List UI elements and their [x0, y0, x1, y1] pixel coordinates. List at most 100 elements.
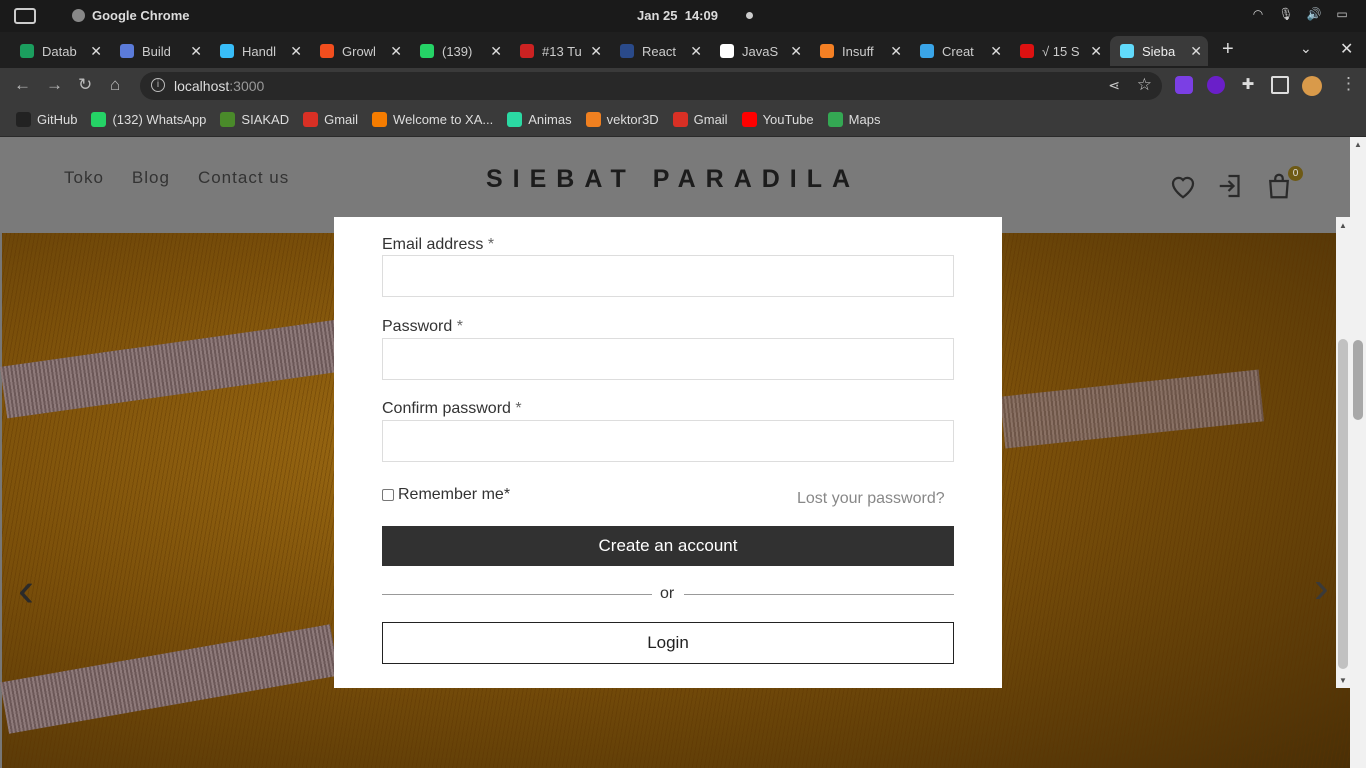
reload-icon[interactable]: ↻: [78, 75, 92, 95]
tab-close-icon[interactable]: ✕: [1090, 43, 1102, 60]
browser-tab[interactable]: Handl ✕: [210, 36, 308, 66]
tab-search-chevron-icon[interactable]: ⌄: [1300, 40, 1312, 57]
menu-kebab-icon[interactable]: ⋮: [1340, 74, 1357, 94]
site-info-icon[interactable]: i: [151, 78, 165, 92]
clock[interactable]: Jan 25 14:09: [637, 8, 718, 23]
tab-close-icon[interactable]: ✕: [990, 43, 1002, 60]
browser-tab[interactable]: Build ✕: [110, 36, 208, 66]
app-menu[interactable]: Google Chrome: [72, 8, 190, 23]
bookmark-item[interactable]: Gmail: [672, 111, 728, 127]
nav-blog[interactable]: Blog: [132, 168, 170, 188]
email-field[interactable]: [382, 255, 954, 297]
scrollbar-thumb[interactable]: [1353, 340, 1363, 420]
bookmark-item[interactable]: Welcome to XA...: [372, 111, 493, 127]
address-bar[interactable]: i localhost:3000 ⋖ ☆: [140, 72, 1162, 100]
url-text[interactable]: localhost:3000: [174, 78, 264, 94]
tab-close-icon[interactable]: ✕: [490, 43, 502, 60]
share-icon[interactable]: ⋖: [1108, 77, 1120, 94]
page-scrollbar[interactable]: ▲: [1350, 137, 1366, 768]
time-text: 14:09: [684, 8, 718, 23]
system-tray[interactable]: ◠ 🎙 🔊 ▭: [1250, 6, 1350, 22]
bookmark-item[interactable]: (132) WhatsApp: [91, 111, 206, 127]
browser-tab[interactable]: √ 15 S ✕: [1010, 36, 1108, 66]
bookmark-star-icon[interactable]: ☆: [1137, 75, 1152, 95]
tab-close-icon[interactable]: ✕: [190, 43, 202, 60]
tab-close-icon[interactable]: ✕: [90, 43, 102, 60]
bookmark-label: Gmail: [324, 111, 359, 127]
bookmark-item[interactable]: Animas: [507, 111, 572, 127]
scroll-down-icon[interactable]: ▼: [1339, 676, 1347, 685]
nav-contact[interactable]: Contact us: [198, 168, 289, 188]
tab-title: React: [642, 43, 676, 59]
microphone-icon: 🎙: [1278, 7, 1294, 21]
hero-image-fringe: [0, 624, 339, 734]
site-logo[interactable]: SIEBAT PARADILA: [486, 165, 860, 194]
wishlist-heart-icon[interactable]: [1168, 171, 1198, 201]
bookmarks-bar: GitHub (132) WhatsApp SIAKAD Gmail Welcome t…: [0, 102, 1366, 137]
scroll-up-icon[interactable]: ▲: [1354, 140, 1362, 149]
download-extension-icon[interactable]: [1207, 76, 1225, 94]
tab-close-icon[interactable]: ✕: [590, 43, 602, 60]
window-close-icon[interactable]: ✕: [1340, 39, 1353, 59]
tab-title: JavaS: [742, 43, 779, 59]
nav-toko[interactable]: Toko: [64, 168, 104, 188]
new-tab-button[interactable]: +: [1222, 38, 1234, 61]
bookmark-item[interactable]: Gmail: [303, 111, 359, 127]
scroll-up-icon[interactable]: ▲: [1339, 221, 1347, 230]
tab-close-icon[interactable]: ✕: [690, 43, 702, 60]
home-icon[interactable]: ⌂: [110, 75, 120, 95]
bookmark-item[interactable]: Maps: [827, 111, 880, 127]
tab-favicon-icon: [520, 44, 534, 58]
tab-favicon-icon: [320, 44, 334, 58]
browser-tab[interactable]: JavaS ✕: [710, 36, 808, 66]
login-button[interactable]: Login: [382, 622, 954, 664]
browser-tab[interactable]: Insuff ✕: [810, 36, 908, 66]
divider-line: [684, 594, 954, 595]
remember-me-checkbox[interactable]: [382, 489, 394, 501]
bookmark-item[interactable]: YouTube: [741, 111, 814, 127]
bookmark-item[interactable]: SIAKAD: [220, 111, 289, 127]
tab-favicon-icon: [1020, 44, 1034, 58]
side-panel-icon[interactable]: [1271, 76, 1289, 94]
create-account-button[interactable]: Create an account: [382, 526, 954, 566]
tab-close-icon[interactable]: ✕: [790, 43, 802, 60]
tab-close-icon[interactable]: ✕: [390, 43, 402, 60]
browser-tab[interactable]: Datab ✕: [10, 36, 108, 66]
bookmark-item[interactable]: GitHub: [16, 111, 77, 127]
bookmark-favicon-icon: [91, 111, 107, 127]
activities-icon[interactable]: [14, 8, 36, 24]
bookmark-favicon-icon: [16, 111, 31, 127]
browser-tab[interactable]: Sieba ✕: [1110, 36, 1208, 66]
tab-favicon-icon: [1120, 44, 1134, 58]
puzzle-extensions-icon[interactable]: ✚: [1239, 76, 1257, 94]
tab-favicon-icon: [920, 44, 934, 58]
tab-close-icon[interactable]: ✕: [890, 43, 902, 60]
or-divider: or: [382, 585, 954, 605]
modal-scrollbar-thumb[interactable]: [1338, 339, 1348, 669]
password-field[interactable]: [382, 338, 954, 380]
or-text: or: [660, 585, 675, 602]
profile-avatar[interactable]: [1302, 76, 1322, 96]
browser-tab[interactable]: Creat ✕: [910, 36, 1008, 66]
toolbar: ← → ↻ ⌂ i localhost:3000 ⋖ ☆ ✚ ⋮: [0, 68, 1366, 102]
browser-tab[interactable]: Growl ✕: [310, 36, 408, 66]
tab-close-icon[interactable]: ✕: [1190, 43, 1202, 60]
bookmark-item[interactable]: vektor3D: [585, 111, 659, 127]
date-text: Jan 25: [637, 8, 678, 23]
login-icon[interactable]: [1216, 171, 1246, 201]
back-arrow-icon[interactable]: ←: [14, 75, 31, 95]
confirm-password-field[interactable]: [382, 420, 954, 462]
bookmark-favicon-icon: [741, 111, 757, 127]
bookmark-label: Gmail: [693, 111, 728, 127]
lost-password-link[interactable]: Lost your password?: [797, 490, 945, 508]
browser-tab[interactable]: #13 Tu ✕: [510, 36, 608, 66]
tab-close-icon[interactable]: ✕: [290, 43, 302, 60]
extension-icon[interactable]: [1175, 76, 1193, 94]
browser-tab[interactable]: React ✕: [610, 36, 708, 66]
slider-next-chevron-icon[interactable]: ›: [1314, 563, 1329, 613]
modal-scrollbar[interactable]: ▲ ▼: [1336, 217, 1350, 688]
remember-me[interactable]: Remember me*: [382, 486, 510, 504]
browser-tab[interactable]: (139) ✕: [410, 36, 508, 66]
forward-arrow-icon[interactable]: →: [46, 75, 63, 95]
slider-prev-chevron-icon[interactable]: ‹: [18, 563, 34, 618]
